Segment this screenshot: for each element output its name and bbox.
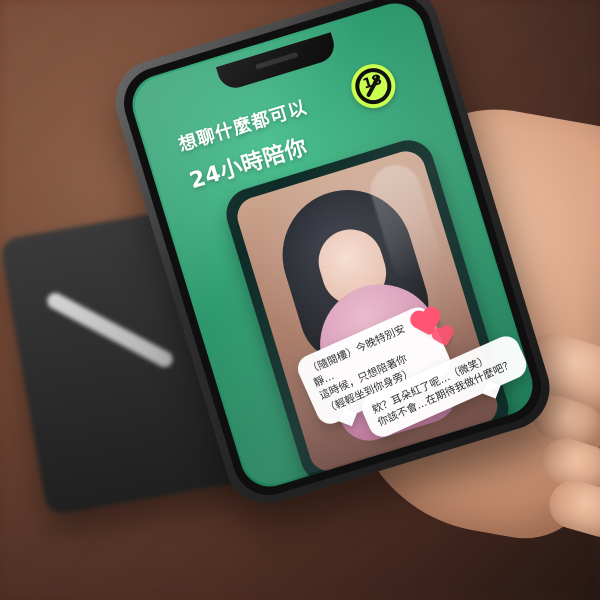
age-restriction-icon: 18 [345, 58, 401, 114]
anime-portrait-image [232, 146, 503, 476]
phone-speaker [254, 52, 298, 70]
